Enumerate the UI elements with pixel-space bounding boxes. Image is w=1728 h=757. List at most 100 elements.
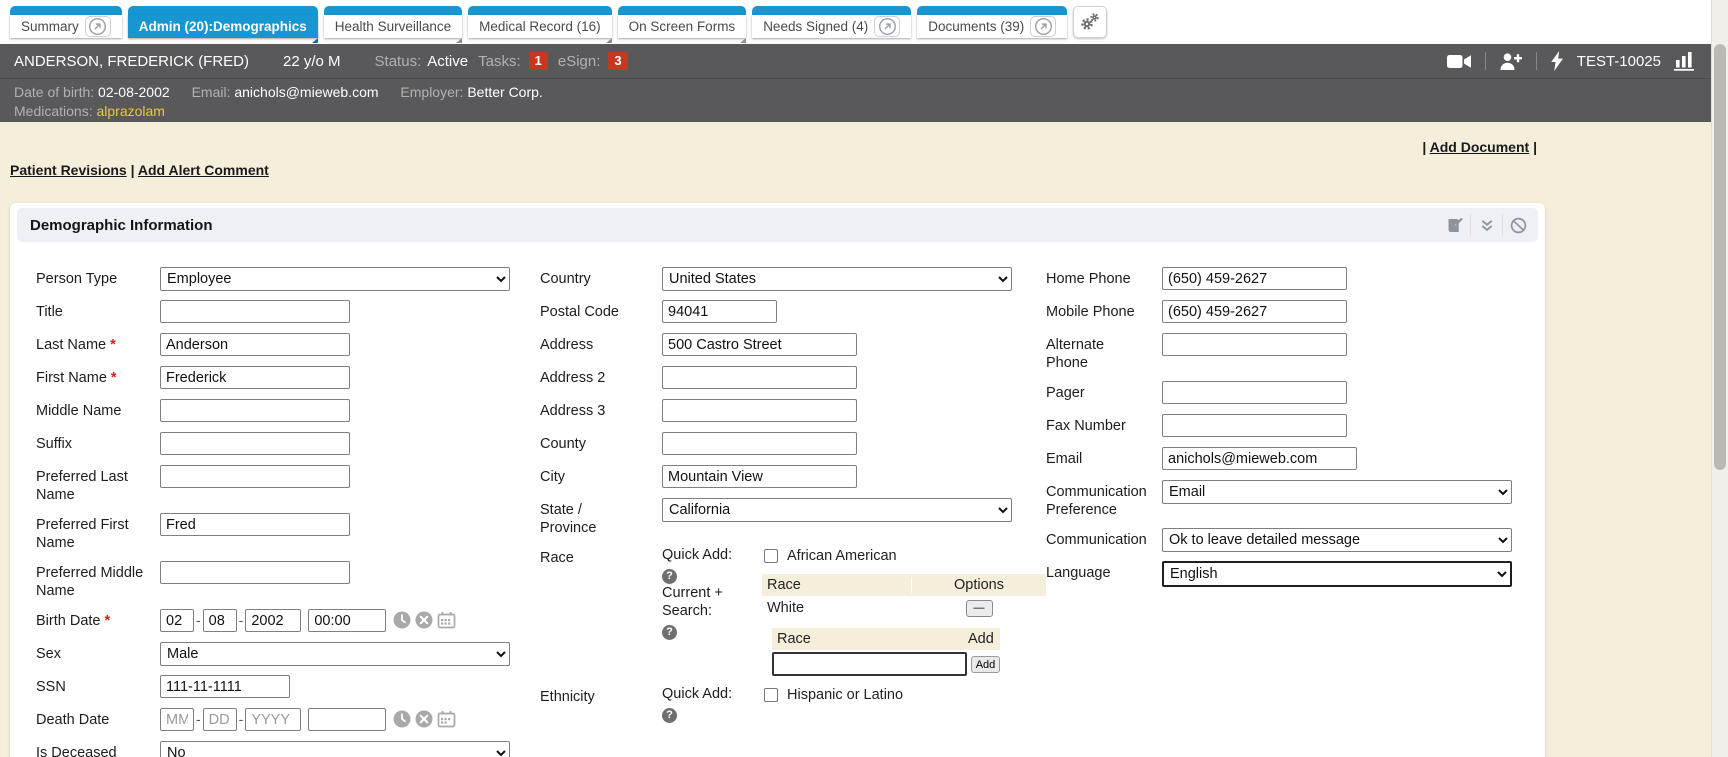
pager-input[interactable] <box>1162 381 1347 404</box>
calendar-icon[interactable] <box>437 611 456 629</box>
add-person-icon[interactable] <box>1499 53 1523 70</box>
chart-tab-bar: Summary Admin (20):Demographics Health S… <box>0 0 1728 44</box>
collapse-double-chevron-icon[interactable] <box>1470 214 1502 236</box>
tab-health-surveillance-label[interactable]: Health Surveillance <box>335 19 451 34</box>
preferred-first-name-input[interactable] <box>160 513 350 536</box>
help-icon[interactable]: ? <box>662 625 677 640</box>
esign-badge[interactable]: 3 <box>608 52 627 70</box>
journal-icon[interactable] <box>1438 214 1470 236</box>
is-deceased-select[interactable]: No <box>160 741 510 757</box>
required-asterisk: * <box>110 337 116 353</box>
home-phone-input[interactable] <box>1162 267 1347 290</box>
sex-select[interactable]: Male <box>160 642 510 666</box>
tab-needs-signed-label[interactable]: Needs Signed (4) <box>763 19 868 34</box>
patient-info-bar: Date of birth: 02-08-2002 Email: anichol… <box>0 78 1711 122</box>
language-select[interactable]: English <box>1162 561 1512 587</box>
form-column-identity: Person Type Employee Title Last Name* Fi… <box>36 267 534 757</box>
popout-arrow-icon[interactable] <box>85 16 111 37</box>
tab-documents[interactable]: Documents (39) <box>917 6 1067 38</box>
settings-gears-icon[interactable] <box>1073 6 1107 38</box>
field-birth-date: Birth Date* - - <box>36 609 534 633</box>
country-select[interactable]: United States <box>662 267 1012 291</box>
help-icon[interactable]: ? <box>662 708 677 723</box>
employer-label: Employer: <box>400 84 463 100</box>
african-american-checkbox[interactable] <box>764 549 778 563</box>
communication-preference-select[interactable]: Email <box>1162 480 1512 504</box>
mobile-phone-input[interactable] <box>1162 300 1347 323</box>
race-search-input[interactable] <box>772 652 967 676</box>
postal-code-input[interactable] <box>662 300 777 323</box>
county-input[interactable] <box>662 432 857 455</box>
field-postal-code: Postal Code <box>540 300 1046 324</box>
dob-label: Date of birth: <box>14 84 94 100</box>
calendar-icon[interactable] <box>437 710 456 728</box>
tab-on-screen-forms[interactable]: On Screen Forms <box>618 6 747 38</box>
tasks-badge[interactable]: 1 <box>529 52 548 70</box>
field-language: Language English <box>1046 561 1546 587</box>
birth-day-input[interactable] <box>203 609 237 632</box>
clock-icon[interactable] <box>393 611 411 629</box>
remove-race-button[interactable]: — <box>966 600 993 617</box>
chart-icon[interactable] <box>1674 51 1697 71</box>
add-race-button[interactable]: Add <box>971 656 1000 673</box>
city-input[interactable] <box>662 465 857 488</box>
title-input[interactable] <box>160 300 350 323</box>
tab-on-screen-forms-label[interactable]: On Screen Forms <box>629 19 736 34</box>
birth-year-input[interactable] <box>245 609 301 632</box>
death-time-input[interactable] <box>308 708 386 731</box>
help-icon[interactable]: ? <box>662 569 677 584</box>
email-input[interactable] <box>1162 447 1357 470</box>
preferred-last-name-input[interactable] <box>160 465 350 488</box>
address3-input[interactable] <box>662 399 857 422</box>
medications-value[interactable]: alprazolam <box>96 103 164 119</box>
tab-documents-label[interactable]: Documents (39) <box>928 19 1024 34</box>
medications-label: Medications: <box>14 103 93 119</box>
email-value: anichols@mieweb.com <box>234 84 378 100</box>
tab-medical-record[interactable]: Medical Record (16) <box>468 6 612 38</box>
ssn-input[interactable] <box>160 675 290 698</box>
tab-health-surveillance[interactable]: Health Surveillance <box>324 6 462 38</box>
popout-arrow-icon[interactable] <box>874 16 900 37</box>
preferred-middle-name-input[interactable] <box>160 561 350 584</box>
add-document-link[interactable]: Add Document <box>1430 139 1530 155</box>
popout-arrow-icon[interactable] <box>1030 16 1056 37</box>
field-preferred-middle-name: Preferred Middle Name <box>36 561 534 600</box>
hispanic-latino-checkbox[interactable] <box>764 688 778 702</box>
panel-header: Demographic Information <box>17 208 1538 242</box>
tab-admin-demographics[interactable]: Admin (20):Demographics <box>128 6 318 38</box>
clear-x-icon[interactable] <box>415 710 433 728</box>
birth-time-input[interactable] <box>308 609 386 632</box>
required-asterisk: * <box>111 370 117 386</box>
vertical-scrollbar[interactable] <box>1711 0 1728 757</box>
lightning-icon[interactable] <box>1550 51 1564 71</box>
tab-summary[interactable]: Summary <box>10 6 122 38</box>
death-day-input[interactable] <box>203 708 237 731</box>
death-year-input[interactable] <box>245 708 301 731</box>
disable-circle-slash-icon[interactable] <box>1502 214 1534 236</box>
fax-number-input[interactable] <box>1162 414 1347 437</box>
add-alert-comment-link[interactable]: Add Alert Comment <box>138 162 269 178</box>
address-input[interactable] <box>662 333 857 356</box>
tab-needs-signed[interactable]: Needs Signed (4) <box>752 6 911 38</box>
person-type-select[interactable]: Employee <box>160 267 510 291</box>
state-select[interactable]: California <box>662 498 1012 522</box>
video-camera-icon[interactable] <box>1447 53 1472 70</box>
death-month-input[interactable] <box>160 708 194 731</box>
middle-name-input[interactable] <box>160 399 350 422</box>
tab-summary-label[interactable]: Summary <box>21 19 79 34</box>
field-fax-number: Fax Number <box>1046 414 1546 438</box>
tab-admin-label[interactable]: Admin (20):Demographics <box>139 19 307 34</box>
alternate-phone-input[interactable] <box>1162 333 1347 356</box>
clear-x-icon[interactable] <box>415 611 433 629</box>
last-name-input[interactable] <box>160 333 350 356</box>
scrollbar-thumb[interactable] <box>1714 44 1726 470</box>
address2-input[interactable] <box>662 366 857 389</box>
tab-medical-record-label[interactable]: Medical Record (16) <box>479 19 601 34</box>
suffix-input[interactable] <box>160 432 350 455</box>
clock-icon[interactable] <box>393 710 411 728</box>
birth-month-input[interactable] <box>160 609 194 632</box>
patient-revisions-link[interactable]: Patient Revisions <box>10 162 127 178</box>
first-name-input[interactable] <box>160 366 350 389</box>
field-pager: Pager <box>1046 381 1546 405</box>
communication-select[interactable]: Ok to leave detailed message <box>1162 528 1512 552</box>
